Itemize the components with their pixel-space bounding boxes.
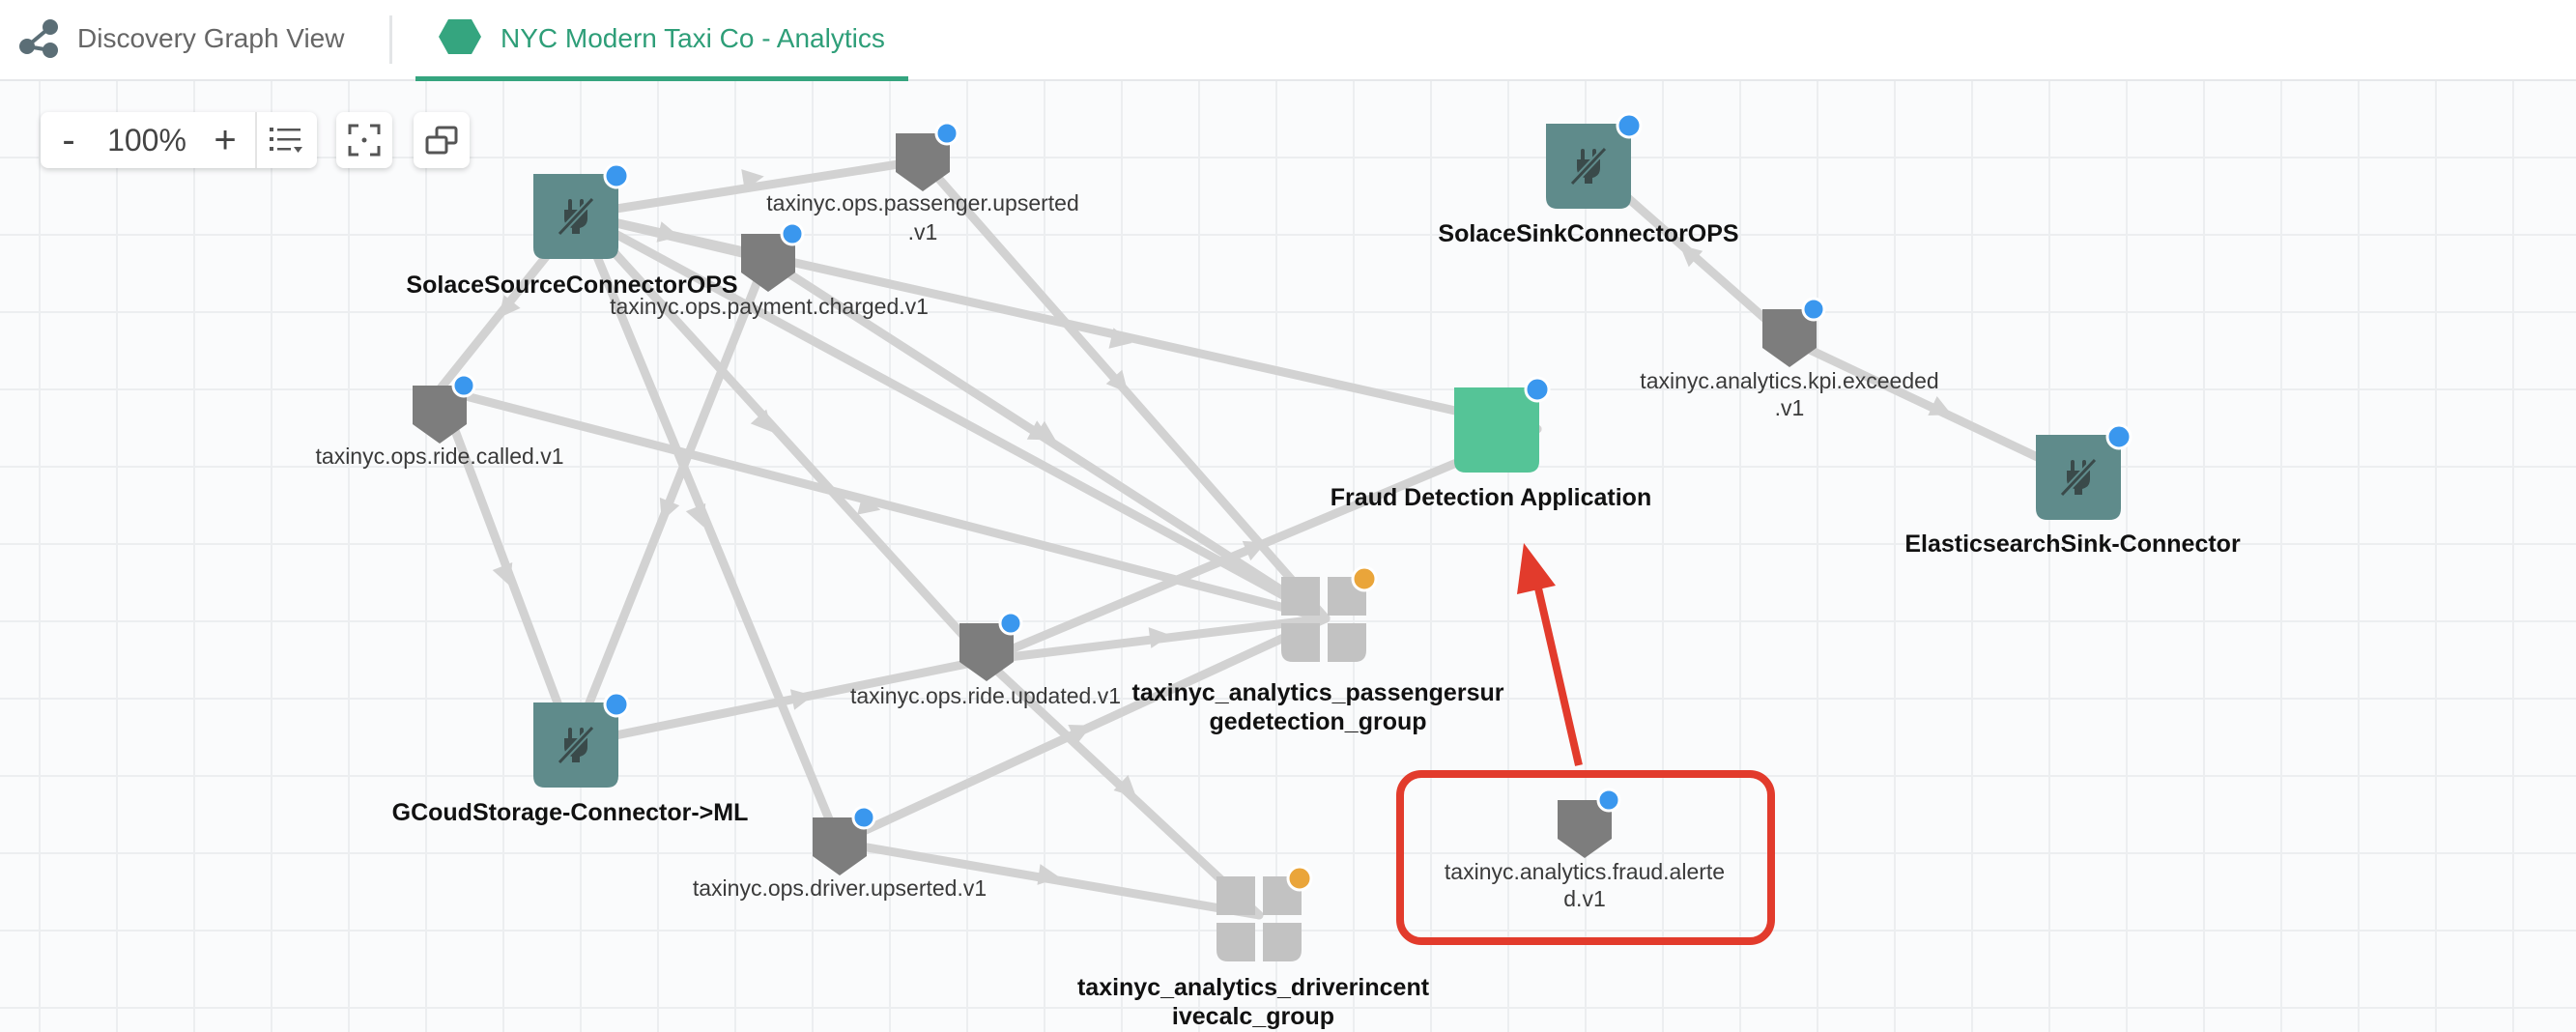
status-badge bbox=[1616, 112, 1643, 139]
node-label-elasticsearch-sink: ElasticsearchSink-Connector bbox=[1904, 530, 2241, 558]
status-badge bbox=[1351, 565, 1378, 592]
overview-icon bbox=[425, 126, 458, 155]
connector-node-solace-source[interactable] bbox=[533, 162, 630, 259]
zoom-out-button[interactable]: - bbox=[41, 112, 97, 168]
node-label-passenger-upserted-line2: .v1 bbox=[907, 219, 938, 244]
application-node-fraud-detection[interactable] bbox=[1454, 376, 1551, 473]
node-label-solace-sink: SolaceSinkConnectorOPS bbox=[1438, 220, 1739, 247]
status-badge bbox=[1286, 865, 1313, 892]
status-badge bbox=[851, 805, 876, 830]
arrow-icon bbox=[1148, 627, 1171, 648]
connector-node-elasticsearch-sink[interactable] bbox=[2036, 423, 2132, 520]
edge bbox=[435, 385, 1331, 623]
status-badge bbox=[451, 373, 476, 398]
node-label-ride-updated: taxinyc.ops.ride.updated.v1 bbox=[849, 683, 1122, 708]
node-label-driver-incentive-line2: ivecalc_group bbox=[1171, 1003, 1335, 1030]
node-label-passenger-upserted-line1: taxinyc.ops.passenger.upserted bbox=[766, 190, 1079, 215]
node-label-ride-called: taxinyc.ops.ride.called.v1 bbox=[315, 444, 564, 469]
zoom-level: 100% bbox=[107, 122, 186, 158]
list-filter-icon bbox=[270, 128, 302, 153]
edge bbox=[575, 210, 1542, 434]
topic-node-fraud-alerted[interactable] bbox=[1558, 788, 1621, 858]
zoom-controls: - 100% + bbox=[41, 112, 317, 168]
zoom-in-button[interactable]: + bbox=[197, 112, 253, 168]
status-badge bbox=[603, 162, 630, 189]
node-label-fraud-alerted-line2: d.v1 bbox=[1563, 886, 1606, 911]
node-label-passenger-surge-line2: gedetection_group bbox=[1209, 708, 1427, 735]
connector-node-gcloud[interactable] bbox=[533, 691, 630, 788]
fit-to-screen-icon bbox=[348, 124, 381, 157]
overview-button[interactable] bbox=[414, 112, 470, 168]
node-label-passenger-surge-line1: taxinyc_analytics_passengersur bbox=[1131, 679, 1504, 706]
topic-node-ride-updated[interactable] bbox=[959, 611, 1023, 681]
topic-node-driver-upserted[interactable] bbox=[813, 805, 876, 875]
status-badge bbox=[1524, 376, 1551, 403]
topic-node-passenger-upserted[interactable] bbox=[896, 121, 959, 191]
consumer-group-node-passenger-surge[interactable] bbox=[1281, 565, 1378, 662]
node-label-gcloud: GCoudStorage-Connector->ML bbox=[391, 799, 749, 826]
node-label-payment-charged: taxinyc.ops.payment.charged.v1 bbox=[610, 294, 929, 319]
node-label-driver-incentive-line1: taxinyc_analytics_driverincent bbox=[1076, 974, 1430, 1001]
connector-node-solace-sink[interactable] bbox=[1546, 112, 1643, 209]
status-badge bbox=[1801, 297, 1826, 322]
status-badge bbox=[934, 121, 959, 146]
status-badge bbox=[2105, 423, 2132, 450]
node-label-kpi-exceeded-line2: .v1 bbox=[1774, 395, 1805, 420]
consumer-group-node-driver-incentive[interactable] bbox=[1216, 865, 1313, 961]
status-badge bbox=[1596, 788, 1621, 813]
node-label-fraud-app: Fraud Detection Application bbox=[1330, 484, 1652, 511]
node-label-driver-upserted: taxinyc.ops.driver.upserted.v1 bbox=[692, 875, 987, 901]
fit-to-screen-button[interactable] bbox=[336, 112, 392, 168]
node-label-fraud-alerted-line1: taxinyc.analytics.fraud.alerte bbox=[1444, 859, 1726, 884]
status-badge bbox=[603, 691, 630, 718]
annotation-arrow-head bbox=[1517, 543, 1556, 594]
list-filter-button[interactable] bbox=[257, 112, 317, 168]
node-label-kpi-exceeded-line1: taxinyc.analytics.kpi.exceeded bbox=[1640, 368, 1939, 393]
status-badge bbox=[998, 611, 1023, 636]
status-badge bbox=[780, 221, 805, 246]
annotation-arrow-shaft bbox=[1532, 579, 1583, 766]
